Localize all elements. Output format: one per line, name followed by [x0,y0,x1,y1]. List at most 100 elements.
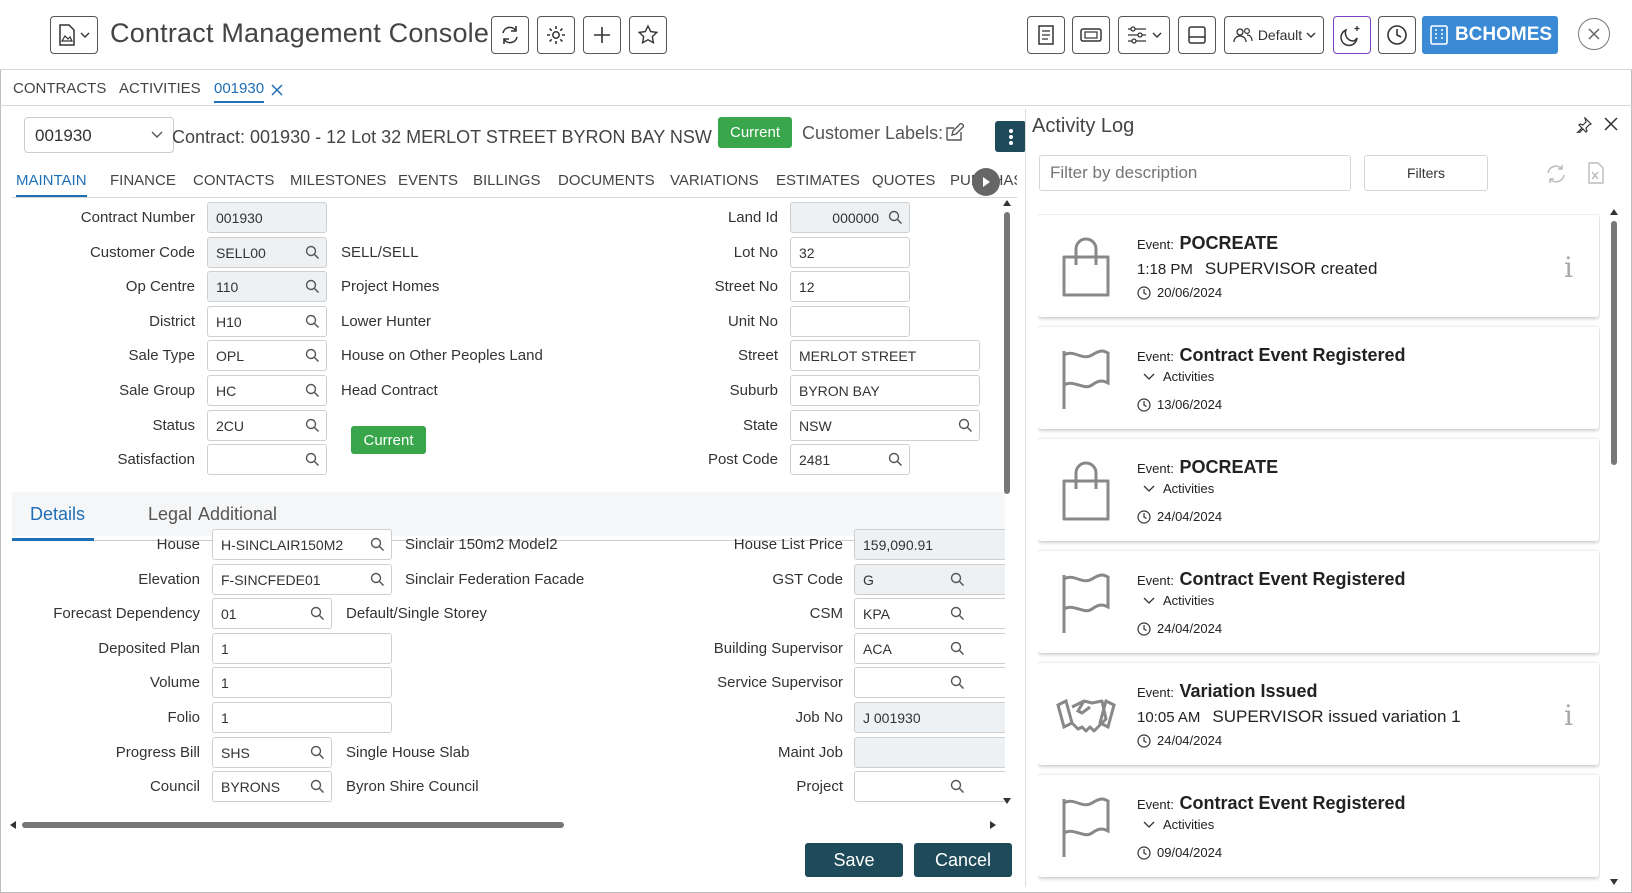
search-icon[interactable] [305,348,320,363]
op-centre-field[interactable]: 110 [207,271,327,303]
tab-estimates[interactable]: ESTIMATES [776,172,860,189]
activity-card[interactable]: Event: POCREATE 1:18 PM SUPERVISOR created… [1038,215,1599,317]
search-icon[interactable] [310,745,325,760]
notes-button[interactable] [1027,16,1065,54]
sale-type-field[interactable]: OPL [207,340,327,372]
search-icon[interactable] [305,452,320,467]
search-icon[interactable] [950,779,965,794]
form-horizontal-scrollbar[interactable] [8,818,998,832]
tab-contracts[interactable]: CONTRACTS [13,80,106,97]
volume-field[interactable]: 1 [212,667,392,699]
search-icon[interactable] [950,641,965,656]
building-supervisor-field[interactable]: ACA [854,632,1005,664]
status-field[interactable]: 2CU [207,409,327,441]
more-options-button[interactable] [995,121,1026,152]
settings-button[interactable] [537,16,575,54]
tab-additional[interactable]: Additional [198,504,277,525]
customer-code-field[interactable]: SELL00 [207,236,327,268]
search-icon[interactable] [370,537,385,552]
ticket-button[interactable] [1072,16,1110,54]
tab-activities[interactable]: ACTIVITIES [119,80,201,97]
brand-badge[interactable]: BCHOMES [1422,16,1558,54]
project-field[interactable] [854,771,1005,803]
tab-events[interactable]: EVENTS [398,172,458,189]
close-window-button[interactable] [1578,18,1610,50]
post-code-field[interactable]: 2481 [790,444,910,476]
tab-finance[interactable]: FINANCE [110,172,176,189]
close-panel-icon[interactable] [1604,117,1618,131]
activities-toggle[interactable]: Activities [1143,593,1214,608]
favorite-button[interactable] [629,16,667,54]
search-icon[interactable] [305,245,320,260]
elevation-field[interactable]: F-SINCFEDE01 [212,563,392,595]
tab-variations[interactable]: VARIATIONS [670,172,759,189]
activities-toggle[interactable]: Activities [1143,817,1214,832]
app-menu-button[interactable] [50,16,98,54]
tab-contacts[interactable]: CONTACTS [193,172,274,189]
activities-toggle[interactable]: Activities [1143,369,1214,384]
tab-details[interactable]: Details [30,504,85,525]
export-excel-icon[interactable] [1587,162,1605,184]
unit-no-field[interactable] [790,305,910,337]
service-supervisor-field[interactable] [854,667,1005,699]
forecast-dependency-field[interactable]: 01 [212,598,332,630]
search-icon[interactable] [950,606,965,621]
activity-log-scrollbar[interactable] [1608,207,1620,887]
house-list-price-field[interactable]: 159,090.91 [854,529,1005,560]
land-id-field[interactable]: 000000 [790,202,910,233]
search-icon[interactable] [958,418,973,433]
street-no-field[interactable]: 12 [790,271,910,303]
tab-contract-001930[interactable]: 001930 [214,80,265,103]
add-button[interactable] [583,16,621,54]
sale-group-field[interactable]: HC [207,375,327,406]
filter-description-input[interactable] [1039,155,1351,191]
layout-button[interactable] [1178,16,1216,54]
search-icon[interactable] [950,572,965,587]
council-field[interactable]: BYRONS [212,771,332,803]
sync-icon[interactable] [1545,164,1567,184]
tab-quotes[interactable]: QUOTES [872,172,935,189]
activity-card[interactable]: Event: Contract Event Registered Activiti… [1038,775,1599,877]
lot-no-field[interactable]: 32 [790,236,910,268]
folio-field[interactable]: 1 [212,702,392,733]
suburb-field[interactable]: BYRON BAY [790,375,980,406]
tab-billings[interactable]: BILLINGS [473,172,541,189]
theme-toggle-button[interactable] [1333,16,1371,54]
info-icon[interactable]: i [1564,699,1573,732]
contract-selector[interactable]: 001930 [24,117,174,153]
search-icon[interactable] [305,279,320,294]
activity-card[interactable]: Event: Contract Event Registered Activiti… [1038,327,1599,429]
house-field[interactable]: H-SINCLAIR150M2 [212,529,392,560]
refresh-button[interactable] [491,16,529,54]
activity-card[interactable]: Event: Contract Event Registered Activiti… [1038,551,1599,653]
info-icon[interactable]: i [1564,251,1573,284]
edit-labels-icon[interactable] [944,123,964,143]
progress-bill-field[interactable]: SHS [212,736,332,768]
search-icon[interactable] [888,210,903,225]
search-icon[interactable] [310,606,325,621]
job-no-field[interactable]: J 001930 [854,702,1005,733]
activities-toggle[interactable]: Activities [1143,481,1214,496]
activity-card[interactable]: Event: Variation Issued 10:05 AM SUPERVISO… [1038,663,1599,765]
search-icon[interactable] [305,383,320,398]
tab-milestones[interactable]: MILESTONES [290,172,386,189]
history-button[interactable] [1378,16,1416,54]
tabs-scroll-right-button[interactable] [972,168,1000,196]
pin-icon[interactable] [1576,117,1592,133]
save-button[interactable]: Save [805,843,903,877]
contract-number-field[interactable]: 001930 [207,202,327,233]
search-icon[interactable] [305,314,320,329]
street-field[interactable]: MERLOT STREET [790,340,980,372]
search-icon[interactable] [950,675,965,690]
deposited-plan-field[interactable]: 1 [212,632,392,664]
cancel-button[interactable]: Cancel [914,843,1012,877]
profile-selector[interactable]: Default [1224,16,1324,54]
tab-maintain[interactable]: MAINTAIN [16,172,87,197]
satisfaction-field[interactable] [207,444,327,476]
state-field[interactable]: NSW [790,409,980,441]
search-icon[interactable] [370,572,385,587]
tab-legal[interactable]: Legal [148,504,192,525]
close-tab-icon[interactable] [271,84,283,96]
search-icon[interactable] [310,779,325,794]
maint-job-field[interactable] [854,736,1005,768]
